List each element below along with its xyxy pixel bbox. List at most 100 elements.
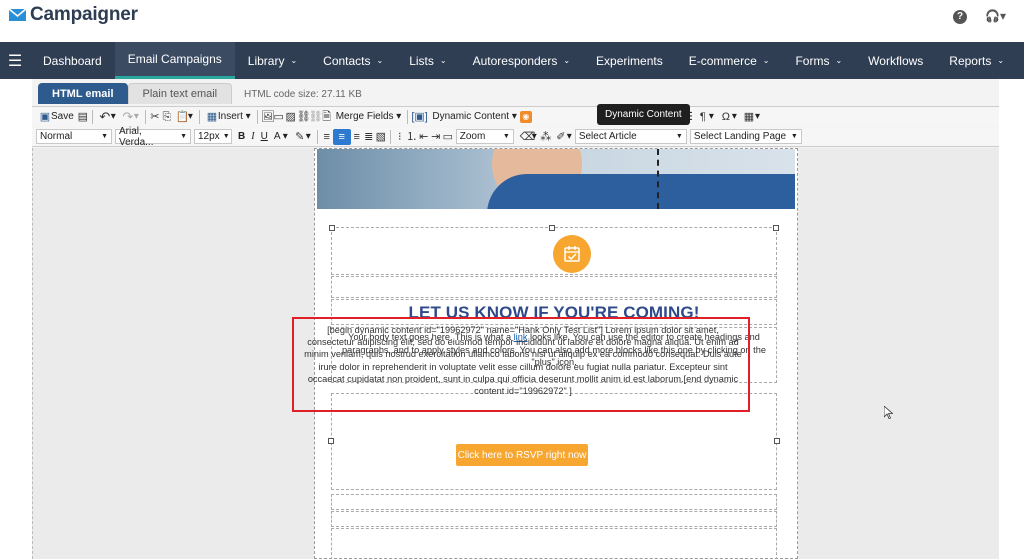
format-select[interactable]: Normal ▼ — [36, 129, 112, 144]
eraser-button[interactable]: ⌫ ▾ — [517, 129, 540, 145]
cut-icon[interactable]: ✂ — [149, 111, 161, 123]
mouse-cursor-icon — [883, 405, 894, 422]
document-icon[interactable]: 🗎 — [321, 111, 333, 123]
symbol-button[interactable]: Ω ▾ — [717, 109, 740, 125]
editor-tabs: HTML email Plain text email — [38, 83, 233, 104]
top-bar: Campaigner ? 🎧▾ — [0, 0, 1024, 42]
tab-plain-text-email[interactable]: Plain text email — [127, 83, 233, 104]
chevron-down-icon: ⌄ — [376, 56, 384, 65]
format-painter-button[interactable]: ✐ ▾ — [552, 129, 575, 145]
numbered-list-icon[interactable]: ⒈ — [406, 131, 418, 143]
preview-icon[interactable]: ▭ — [442, 131, 454, 143]
dynamic-content-text: [begin dynamic content id="19962972" nam… — [304, 325, 742, 397]
dynamic-block-icon[interactable]: [▣] — [411, 111, 428, 123]
dynamic-content-button[interactable]: Dynamic Content ▾ — [429, 109, 520, 125]
paste-button[interactable]: 📋 ▾ — [173, 109, 196, 125]
table-button[interactable]: ▦ ▾ — [740, 109, 763, 125]
dynamic-content-highlight[interactable]: [begin dynamic content id="19962972" nam… — [292, 317, 750, 412]
hero-scrubs — [487, 174, 795, 209]
justify-icon[interactable]: ≣ — [363, 131, 375, 143]
spacer-block[interactable] — [331, 511, 777, 527]
save-icon: ▣ — [39, 110, 51, 123]
merge-fields-button[interactable]: Merge Fields ▾ — [333, 109, 405, 125]
nav-item-label: Dashboard — [43, 53, 102, 68]
nav-item-contacts[interactable]: Contacts ⌄ — [310, 42, 396, 79]
icon-block[interactable] — [329, 225, 779, 275]
nav-item-reports[interactable]: Reports ⌄ — [936, 42, 1017, 79]
nav-item-email-campaigns[interactable]: Email Campaigns — [114, 42, 235, 79]
align-left-icon[interactable]: ≡ — [321, 131, 333, 143]
spellcheck-icon[interactable]: ⁂ — [540, 131, 552, 143]
eraser-icon: ⌫ — [519, 130, 536, 143]
insert-button[interactable]: ▦ Insert ▾ — [203, 109, 254, 125]
button-block[interactable] — [331, 528, 777, 559]
paragraph-icon: ¶ — [699, 110, 706, 123]
hamburger-icon[interactable]: ☰ — [0, 42, 30, 79]
bullet-list-icon[interactable]: ⁝ — [394, 131, 406, 143]
select-article-dropdown[interactable]: Select Article ▼ — [574, 129, 687, 144]
dynamic-content-tooltip: Dynamic Content — [597, 104, 690, 125]
save-button[interactable]: ▣ Save — [36, 109, 77, 125]
font-value: Arial, Verda... — [119, 125, 154, 148]
nav-item-autoresponders[interactable]: Autoresponders ⌄ — [460, 42, 583, 79]
redo-icon: ↷ — [122, 108, 134, 124]
omega-icon: Ω — [721, 110, 731, 123]
resize-handle[interactable] — [329, 225, 335, 231]
paragraph-button[interactable]: ¶ ▾ — [694, 109, 717, 125]
resize-handle[interactable] — [328, 438, 334, 444]
toolbar-row-1: ▣ Save ▤ ↶ ▾ ↷ ▾ ✂ ⎘ 📋 ▾ ▦ Insert ▾ 🖼 ▭ ▨ ⛓ ⛓… — [32, 106, 999, 126]
landing-page-value: Select Landing Page — [693, 131, 787, 142]
chevron-down-icon: ⌄ — [762, 56, 770, 65]
link-icon[interactable]: ⛓ — [297, 111, 311, 123]
indent-icon[interactable]: ⇥ — [430, 131, 442, 143]
nav-item-dashboard[interactable]: Dashboard — [30, 42, 115, 79]
align-center-button[interactable]: ≡ — [332, 128, 351, 145]
logo[interactable]: Campaigner — [9, 4, 138, 26]
nav-item-forms[interactable]: Forms ⌄ — [782, 42, 855, 79]
highlight-button[interactable]: ✎ ▾ — [291, 129, 314, 145]
resize-handle[interactable] — [549, 225, 555, 231]
font-size-select[interactable]: 12px ▼ — [194, 129, 232, 144]
toolbar-separator — [389, 129, 391, 144]
nav-item-lists[interactable]: Lists ⌄ — [396, 42, 459, 79]
resize-handle[interactable] — [773, 225, 779, 231]
nav-item-library[interactable]: Library ⌄ — [235, 42, 310, 79]
nav-item-label: Forms — [795, 53, 830, 68]
redo-button[interactable]: ↷ ▾ — [119, 109, 142, 125]
calendar-check-icon — [553, 235, 591, 273]
undo-button[interactable]: ↶ ▾ — [96, 109, 119, 125]
font-select[interactable]: Arial, Verda... ▼ — [115, 126, 191, 148]
insert-icon: ▦ — [206, 110, 218, 123]
format-painter-icon: ✐ — [556, 130, 566, 143]
chevron-down-icon: ⌄ — [563, 56, 571, 65]
clear-format-icon[interactable]: ▧ — [375, 131, 387, 143]
main-nav: ☰ Dashboard Email Campaigns Library ⌄ Contac… — [0, 42, 1024, 79]
zoom-select[interactable]: Zoom ▼ — [455, 129, 514, 144]
hero-image[interactable] — [317, 149, 795, 209]
nav-item-workflows[interactable]: Workflows — [855, 42, 936, 79]
font-color-button[interactable]: A ▾ — [271, 129, 291, 145]
bold-button[interactable]: B — [235, 129, 248, 145]
save-as-icon[interactable]: ▤ — [77, 111, 89, 123]
unlink-icon[interactable]: ⛓ — [309, 111, 323, 123]
spacer-block[interactable] — [331, 494, 777, 510]
resize-handle[interactable] — [774, 438, 780, 444]
align-center-icon: ≡ — [338, 130, 345, 143]
image-gallery-icon[interactable]: ▭ — [273, 111, 285, 123]
copy-icon[interactable]: ⎘ — [161, 111, 173, 123]
headset-icon[interactable]: 🎧▾ — [985, 9, 1006, 23]
photo-icon[interactable]: ▨ — [285, 111, 297, 123]
image-icon[interactable]: 🖼 — [261, 111, 275, 123]
rsvp-button[interactable]: Click here to RSVP right now — [456, 444, 588, 466]
spacer-block[interactable] — [331, 276, 777, 298]
help-icon[interactable]: ? — [953, 10, 967, 24]
align-right-icon[interactable]: ≡ — [351, 131, 363, 143]
underline-button[interactable]: U — [258, 129, 271, 145]
italic-button[interactable]: I — [248, 129, 257, 145]
nav-item-experiments[interactable]: Experiments — [583, 42, 676, 79]
outdent-icon[interactable]: ⇤ — [418, 131, 430, 143]
select-landing-page-dropdown[interactable]: Select Landing Page ▼ — [689, 129, 802, 144]
rss-icon[interactable]: ◉ — [519, 110, 532, 123]
nav-item-e-commerce[interactable]: E-commerce ⌄ — [676, 42, 783, 79]
tab-html-email[interactable]: HTML email — [38, 83, 128, 104]
